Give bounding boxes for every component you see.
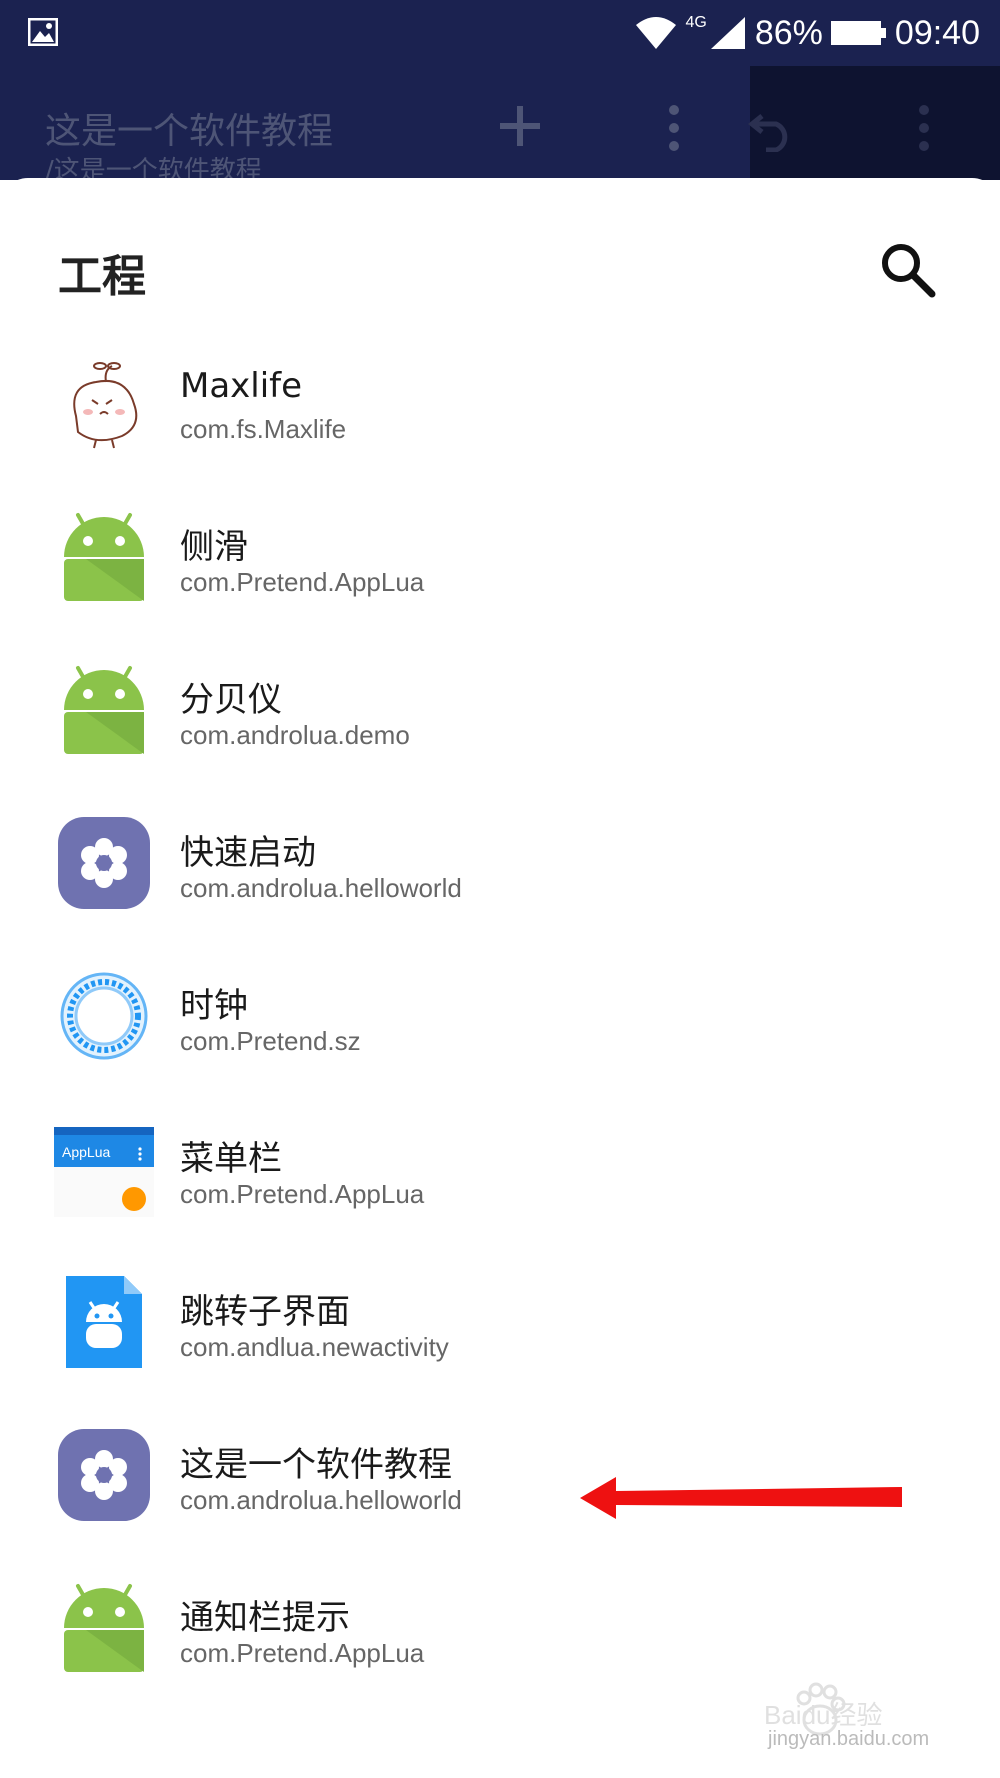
wifi-icon: [635, 17, 676, 49]
watermark-brand: Baidu经验: [764, 1700, 883, 1730]
project-item[interactable]: 快速启动 com.androlua.helloworld: [0, 787, 1000, 940]
project-package: com.fs.Maxlife: [180, 414, 347, 444]
flower-icon: [58, 817, 150, 909]
project-name: 侧滑: [180, 527, 248, 567]
project-name: 菜单栏: [180, 1139, 282, 1179]
project-name: 时钟: [180, 986, 248, 1026]
project-name: 这是一个软件教程: [180, 1445, 452, 1485]
clock-ring-icon: [60, 972, 148, 1060]
gallery-notification-icon: [28, 18, 58, 46]
undo-icon[interactable]: [748, 104, 796, 152]
android-file-icon: [66, 1276, 142, 1368]
battery-percent: 86%: [754, 13, 823, 52]
watermark-url: jingyan.baidu.com: [768, 1728, 930, 1750]
project-package: com.andlua.newactivity: [180, 1332, 449, 1362]
sprout-mascot-icon: [73, 362, 138, 449]
flower-icon: [58, 1429, 150, 1521]
applua-menu-icon: AppLua: [54, 1127, 154, 1217]
project-name: 分贝仪: [180, 680, 282, 720]
project-item[interactable]: 分贝仪 com.androlua.demo: [0, 634, 1000, 787]
add-icon[interactable]: [498, 104, 542, 148]
project-item[interactable]: Maxlife com.fs.Maxlife: [0, 328, 1000, 481]
sheet-title: 工程: [58, 251, 146, 302]
project-package: com.androlua.helloworld: [180, 1485, 462, 1515]
signal-icon: [710, 17, 745, 49]
clock-time: 09:40: [894, 13, 980, 52]
android-icon: [64, 666, 144, 754]
project-package: com.Pretend.AppLua: [180, 567, 425, 597]
project-item[interactable]: 时钟 com.Pretend.sz: [0, 940, 1000, 1093]
project-package: com.Pretend.AppLua: [180, 1179, 425, 1209]
project-name: 快速启动: [180, 833, 316, 873]
project-package: com.Pretend.sz: [180, 1026, 361, 1056]
network-type: 4G: [685, 14, 707, 31]
project-name: 通知栏提示: [180, 1598, 350, 1638]
red-arrow-annotation: [580, 1477, 902, 1519]
project-item[interactable]: 跳转子界面 com.andlua.newactivity: [0, 1246, 1000, 1399]
battery-icon: [830, 21, 886, 45]
project-sheet: 工程 Maxlife com.fs.Maxlife 侧滑 com.Pretend…: [0, 178, 1000, 1778]
project-package: com.Pretend.AppLua: [180, 1638, 425, 1668]
project-package: com.androlua.demo: [180, 720, 410, 750]
more-vert-icon[interactable]: [662, 104, 686, 152]
project-package: com.androlua.helloworld: [180, 873, 462, 903]
project-name: 跳转子界面: [180, 1292, 350, 1332]
project-item[interactable]: AppLua 菜单栏 com.Pretend.AppLua: [0, 1093, 1000, 1246]
android-icon: [64, 1584, 144, 1672]
search-icon[interactable]: [878, 240, 936, 298]
android-icon: [64, 513, 144, 601]
toolbar-title: 这是一个软件教程: [45, 111, 334, 152]
status-bar: 4G 86% 09:40: [0, 0, 1000, 66]
overflow-menu-icon[interactable]: [912, 104, 936, 152]
project-name: Maxlife: [180, 366, 303, 406]
applua-icon-label: AppLua: [62, 1144, 110, 1160]
project-item[interactable]: 侧滑 com.Pretend.AppLua: [0, 481, 1000, 634]
app-toolbar: 这是一个软件教程 /这是一个软件教程: [0, 66, 1000, 186]
